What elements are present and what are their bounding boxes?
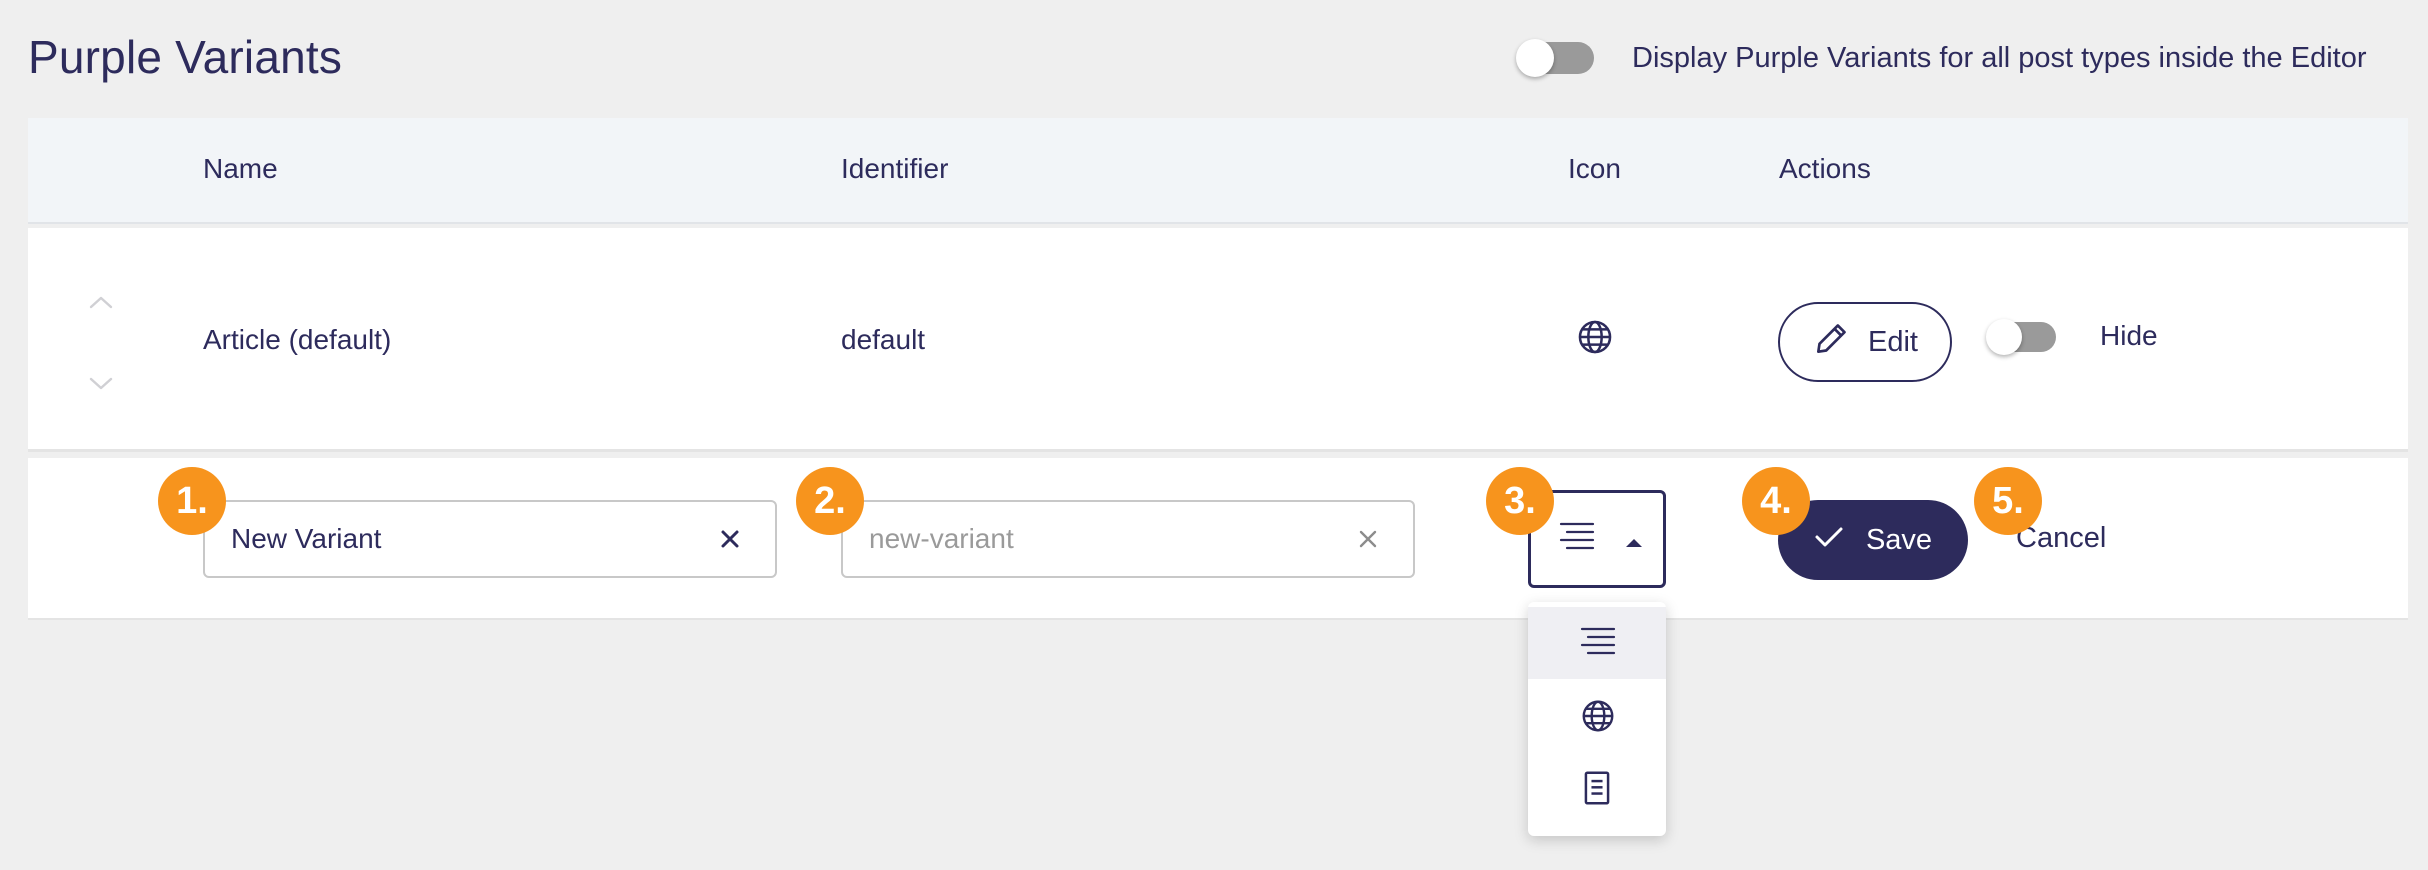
name-field [203, 500, 777, 578]
column-header-name: Name [203, 153, 278, 184]
hide-label: Hide [2100, 320, 2158, 351]
new-variant-row: Save Cancel [28, 458, 2408, 620]
purple-variants-page: Purple Variants Display Purple Variants … [0, 0, 2428, 870]
table-row: Article (default) default Edit Hide [28, 228, 2408, 452]
toggle-knob [1986, 319, 2022, 355]
pencil-icon [1812, 318, 1852, 366]
variant-name: Article (default) [203, 324, 392, 355]
caret-up-icon [1625, 535, 1643, 553]
step-badge-3: 3. [1486, 467, 1554, 535]
icon-option-globe[interactable] [1528, 679, 1666, 751]
display-all-post-types-toggle[interactable] [1516, 39, 1594, 77]
globe-icon [1582, 700, 1614, 732]
name-input[interactable] [231, 502, 671, 576]
text-lines-icon [1559, 521, 1595, 558]
edit-button[interactable]: Edit [1778, 302, 1952, 382]
icon-option-document[interactable] [1528, 751, 1666, 823]
hide-variant-toggle[interactable] [1986, 319, 2056, 355]
icon-dropdown-menu [1528, 602, 1666, 836]
move-up-icon[interactable] [86, 290, 116, 314]
icon-option-text-lines[interactable] [1528, 607, 1666, 679]
table-header: Name Identifier Icon Actions [28, 118, 2408, 224]
clear-name-icon[interactable] [715, 524, 745, 554]
step-badge-1: 1. [158, 467, 226, 535]
save-button-label: Save [1865, 523, 1933, 556]
move-down-icon[interactable] [86, 372, 116, 396]
clear-identifier-icon[interactable] [1353, 524, 1383, 554]
document-icon [1584, 771, 1610, 805]
variant-identifier: default [841, 324, 926, 355]
identifier-input[interactable] [869, 502, 1309, 576]
display-all-post-types-label: Display Purple Variants for all post typ… [1632, 42, 2367, 74]
identifier-field [841, 500, 1415, 578]
text-lines-icon [1580, 627, 1616, 655]
step-badge-2: 2. [796, 467, 864, 535]
page-title: Purple Variants [28, 31, 343, 83]
column-header-actions: Actions [1779, 153, 1871, 184]
checkmark-icon [1814, 524, 1844, 557]
column-header-icon: Icon [1568, 153, 1621, 184]
toggle-knob [1516, 39, 1554, 77]
step-badge-5: 5. [1974, 467, 2042, 535]
edit-button-label: Edit [1868, 325, 1918, 358]
column-header-identifier: Identifier [841, 153, 949, 184]
globe-icon [1576, 318, 1614, 361]
step-badge-4: 4. [1742, 467, 1810, 535]
